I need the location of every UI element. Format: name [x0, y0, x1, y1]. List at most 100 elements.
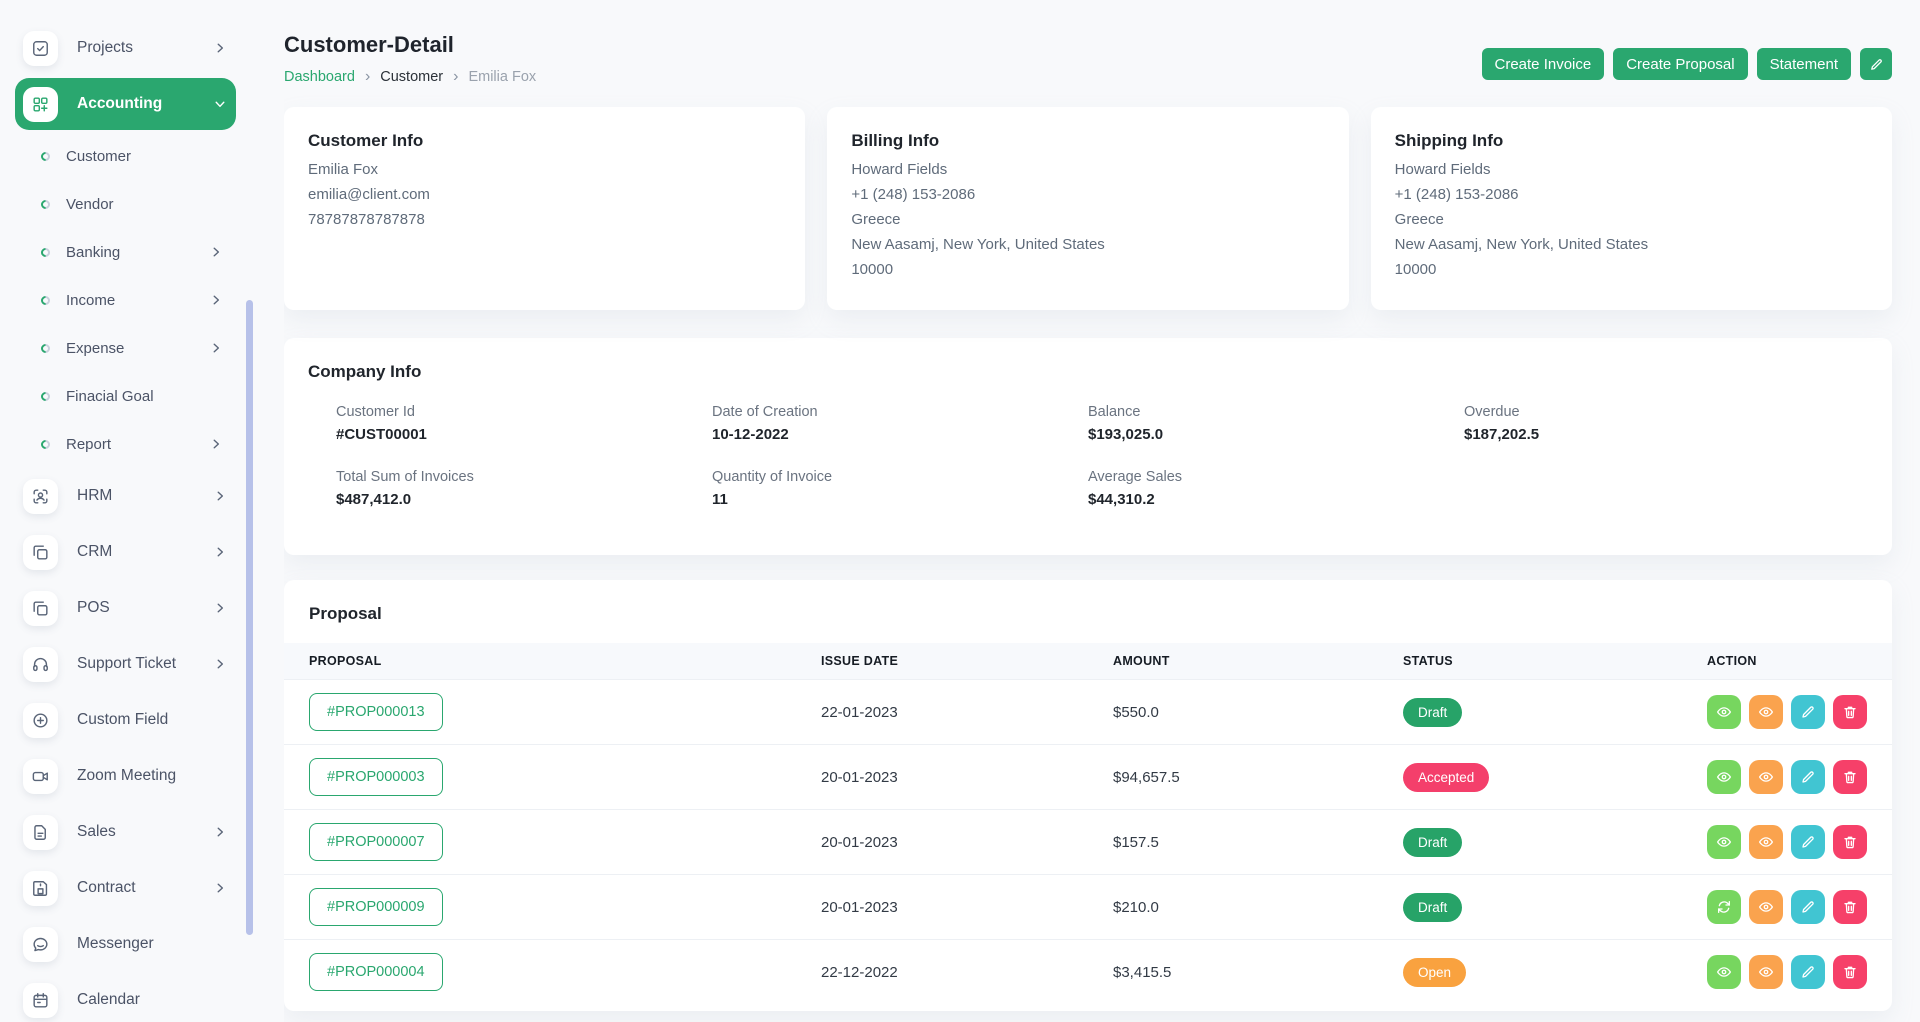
calendar-icon [23, 983, 58, 1018]
sidebar-item-zoom-meeting[interactable]: Zoom Meeting [0, 748, 284, 804]
sidebar-item-support-ticket[interactable]: Support Ticket [0, 636, 284, 692]
row-actions [1707, 955, 1892, 989]
delete-icon-button[interactable] [1833, 955, 1867, 989]
amount-cell: $94,657.5 [1088, 745, 1378, 810]
sidebar-scrollbar[interactable] [246, 300, 253, 935]
sidebar-item-report[interactable]: Report [0, 420, 284, 468]
view-icon-button[interactable] [1707, 825, 1741, 859]
proposal-link[interactable]: #PROP000004 [309, 953, 443, 991]
proposal-link[interactable]: #PROP000013 [309, 693, 443, 731]
shipping-phone: +1 (248) 153-2086 [1395, 186, 1868, 204]
customer-info-card: Customer Info Emilia Fox emilia@client.c… [284, 107, 805, 310]
preview-icon-button[interactable] [1749, 890, 1783, 924]
sidebar-item-calendar[interactable]: Calendar [0, 972, 284, 1022]
amount-cell: $550.0 [1088, 680, 1378, 745]
sidebar-item-label: Expense [66, 340, 124, 357]
chevron-right-icon [209, 293, 223, 307]
sidebar-item-accounting[interactable]: Accounting [15, 78, 236, 130]
company-info-title: Company Info [308, 362, 1868, 382]
proposal-row: #PROP000009 20-01-2023 $210.0 Draft [284, 875, 1892, 940]
sidebar-item-label: Report [66, 436, 111, 453]
proposal-row: #PROP000007 20-01-2023 $157.5 Draft [284, 810, 1892, 875]
main-content: Customer-Detail Dashboard › Customer › E… [284, 0, 1920, 1011]
pencil-icon [1800, 899, 1816, 915]
delete-icon-button[interactable] [1833, 695, 1867, 729]
view-icon-button[interactable] [1707, 695, 1741, 729]
sidebar-item-contract[interactable]: Contract [0, 860, 284, 916]
shipping-zip: 10000 [1395, 261, 1868, 279]
sidebar-item-expense[interactable]: Expense [0, 324, 284, 372]
trash-icon [1842, 769, 1858, 785]
field-average-sales: Average Sales $44,310.2 [1088, 469, 1464, 508]
pencil-icon [1869, 57, 1884, 72]
proposal-link[interactable]: #PROP000003 [309, 758, 443, 796]
status-badge: Draft [1403, 698, 1462, 727]
file-icon [23, 815, 58, 850]
eye-icon [1716, 834, 1732, 850]
view-icon-button[interactable] [1707, 955, 1741, 989]
page-header: Customer-Detail Dashboard › Customer › E… [284, 0, 1892, 85]
preview-icon-button[interactable] [1749, 760, 1783, 794]
chevron-right-icon [213, 545, 227, 559]
preview-icon-button[interactable] [1749, 825, 1783, 859]
trash-icon [1842, 899, 1858, 915]
convert-icon-button[interactable] [1707, 890, 1741, 924]
proposal-link[interactable]: #PROP000009 [309, 888, 443, 926]
breadcrumb-customer[interactable]: Customer [380, 69, 443, 85]
sidebar-item-crm[interactable]: CRM [0, 524, 284, 580]
delete-icon-button[interactable] [1833, 890, 1867, 924]
pencil-icon [1800, 964, 1816, 980]
billing-phone: +1 (248) 153-2086 [851, 186, 1324, 204]
edit-icon-button[interactable] [1791, 955, 1825, 989]
preview-icon-button[interactable] [1749, 955, 1783, 989]
sidebar-item-customer[interactable]: Customer [0, 132, 284, 180]
create-invoice-button[interactable]: Create Invoice [1482, 48, 1605, 80]
breadcrumb-separator: › [453, 69, 458, 85]
chat-icon [23, 927, 58, 962]
issue-date-cell: 22-01-2023 [796, 680, 1088, 745]
proposal-link[interactable]: #PROP000007 [309, 823, 443, 861]
edit-icon-button[interactable] [1791, 890, 1825, 924]
customer-phone: 78787878787878 [308, 211, 781, 229]
billing-zip: 10000 [851, 261, 1324, 279]
edit-icon-button[interactable] [1791, 760, 1825, 794]
sidebar-item-projects[interactable]: Projects [0, 20, 284, 76]
create-proposal-button[interactable]: Create Proposal [1613, 48, 1747, 80]
edit-icon-button[interactable] [1791, 695, 1825, 729]
sidebar: Projects Accounting Customer Vendor Bank… [0, 0, 284, 1022]
sidebar-item-label: Customer [66, 148, 131, 165]
sidebar-item-pos[interactable]: POS [0, 580, 284, 636]
trash-icon [1842, 964, 1858, 980]
chevron-right-icon [209, 437, 223, 451]
delete-icon-button[interactable] [1833, 760, 1867, 794]
sidebar-item-label: Vendor [66, 196, 114, 213]
delete-icon-button[interactable] [1833, 825, 1867, 859]
eye-icon [1758, 834, 1774, 850]
chevron-right-icon [213, 489, 227, 503]
billing-info-title: Billing Info [851, 131, 1324, 151]
amount-cell: $3,415.5 [1088, 940, 1378, 1005]
sidebar-item-sales[interactable]: Sales [0, 804, 284, 860]
sidebar-item-income[interactable]: Income [0, 276, 284, 324]
sidebar-item-financial-goal[interactable]: Finacial Goal [0, 372, 284, 420]
sidebar-item-banking[interactable]: Banking [0, 228, 284, 276]
sidebar-item-label: Sales [77, 823, 116, 841]
chevron-right-icon [213, 657, 227, 671]
edit-customer-button[interactable] [1860, 48, 1892, 80]
sidebar-item-hrm[interactable]: HRM [0, 468, 284, 524]
breadcrumb-dashboard[interactable]: Dashboard [284, 69, 355, 85]
preview-icon-button[interactable] [1749, 695, 1783, 729]
col-issue-date: ISSUE DATE [796, 643, 1088, 680]
sidebar-item-vendor[interactable]: Vendor [0, 180, 284, 228]
sidebar-item-custom-field[interactable]: Custom Field [0, 692, 284, 748]
shipping-country: Greece [1395, 211, 1868, 229]
breadcrumb-separator: › [365, 69, 370, 85]
shipping-info-card: Shipping Info Howard Fields +1 (248) 153… [1371, 107, 1892, 310]
sidebar-item-messenger[interactable]: Messenger [0, 916, 284, 972]
sidebar-item-label: CRM [77, 543, 112, 561]
row-actions [1707, 825, 1892, 859]
edit-icon-button[interactable] [1791, 825, 1825, 859]
statement-button[interactable]: Statement [1757, 48, 1851, 80]
sidebar-item-label: Zoom Meeting [77, 767, 176, 785]
view-icon-button[interactable] [1707, 760, 1741, 794]
